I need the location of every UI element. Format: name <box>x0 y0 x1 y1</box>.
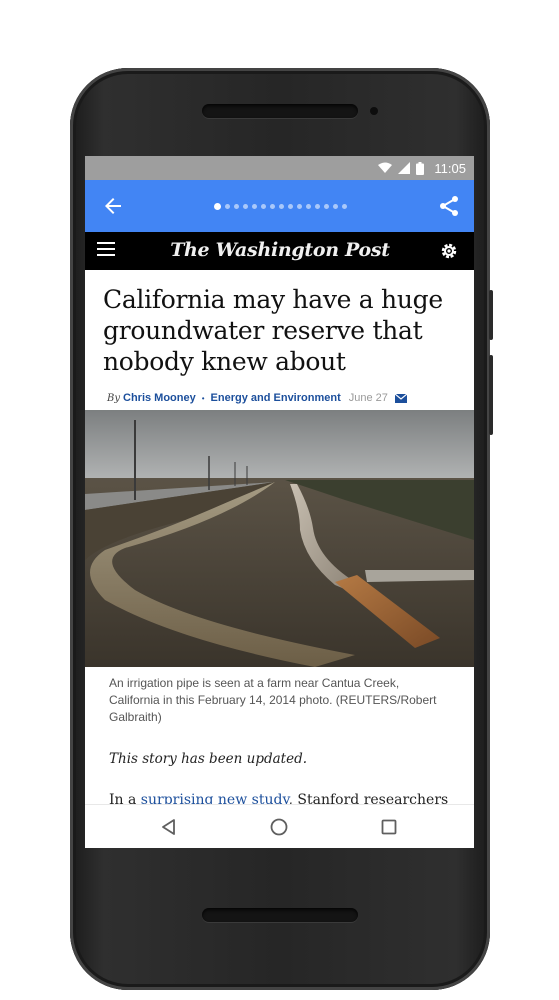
top-speaker <box>202 104 358 118</box>
page-dot <box>251 203 257 209</box>
screen: 11:05 The Washington Post California may… <box>85 156 474 848</box>
byline: By Chris Mooney • Energy and Environment… <box>107 390 467 406</box>
envelope-icon[interactable] <box>394 393 408 403</box>
page-dot <box>341 203 347 209</box>
arrow-back-icon[interactable] <box>101 194 125 218</box>
front-camera <box>370 107 378 115</box>
app-bar <box>85 180 474 232</box>
page-dot <box>260 203 266 209</box>
author-link[interactable]: Chris Mooney <box>123 392 196 404</box>
page-dot <box>332 203 338 209</box>
hamburger-menu-icon[interactable] <box>97 242 115 258</box>
page-dot <box>314 203 320 209</box>
volume-button <box>489 355 493 435</box>
update-note: This story has been updated. <box>109 751 308 767</box>
share-icon[interactable] <box>437 194 461 218</box>
page-dot <box>233 203 239 209</box>
article-headline: California may have a huge groundwater r… <box>103 285 443 376</box>
triangle-back-icon[interactable] <box>159 817 179 837</box>
circle-home-icon[interactable] <box>269 817 289 837</box>
clock: 11:05 <box>434 160 466 176</box>
gear-icon[interactable] <box>439 241 459 261</box>
page-dot <box>213 202 221 210</box>
publication-bar: The Washington Post <box>85 232 474 270</box>
publish-date: June 27 <box>348 392 388 404</box>
bottom-speaker <box>202 908 358 922</box>
page-dot <box>287 203 293 209</box>
power-button <box>489 290 493 340</box>
square-recents-icon[interactable] <box>379 817 399 837</box>
byline-prefix: By <box>107 392 120 404</box>
page-indicator <box>195 202 365 210</box>
page-dot <box>305 203 311 209</box>
byline-separator: • <box>201 393 205 403</box>
irrigation-pipe-photo <box>85 410 474 667</box>
publication-logo[interactable]: The Washington Post <box>165 239 395 263</box>
wifi-icon <box>378 162 393 174</box>
page-dot <box>224 203 230 209</box>
status-bar: 11:05 <box>85 156 474 180</box>
battery-icon <box>416 161 425 175</box>
page-dot <box>242 203 248 209</box>
page-dot <box>269 203 275 209</box>
page-dot <box>278 203 284 209</box>
photo-caption: An irrigation pipe is seen at a farm nea… <box>109 676 437 724</box>
page-dot <box>296 203 302 209</box>
page-dot <box>323 203 329 209</box>
navigation-bar <box>85 804 474 848</box>
section-link[interactable]: Energy and Environment <box>211 392 341 404</box>
signal-icon <box>398 162 411 174</box>
